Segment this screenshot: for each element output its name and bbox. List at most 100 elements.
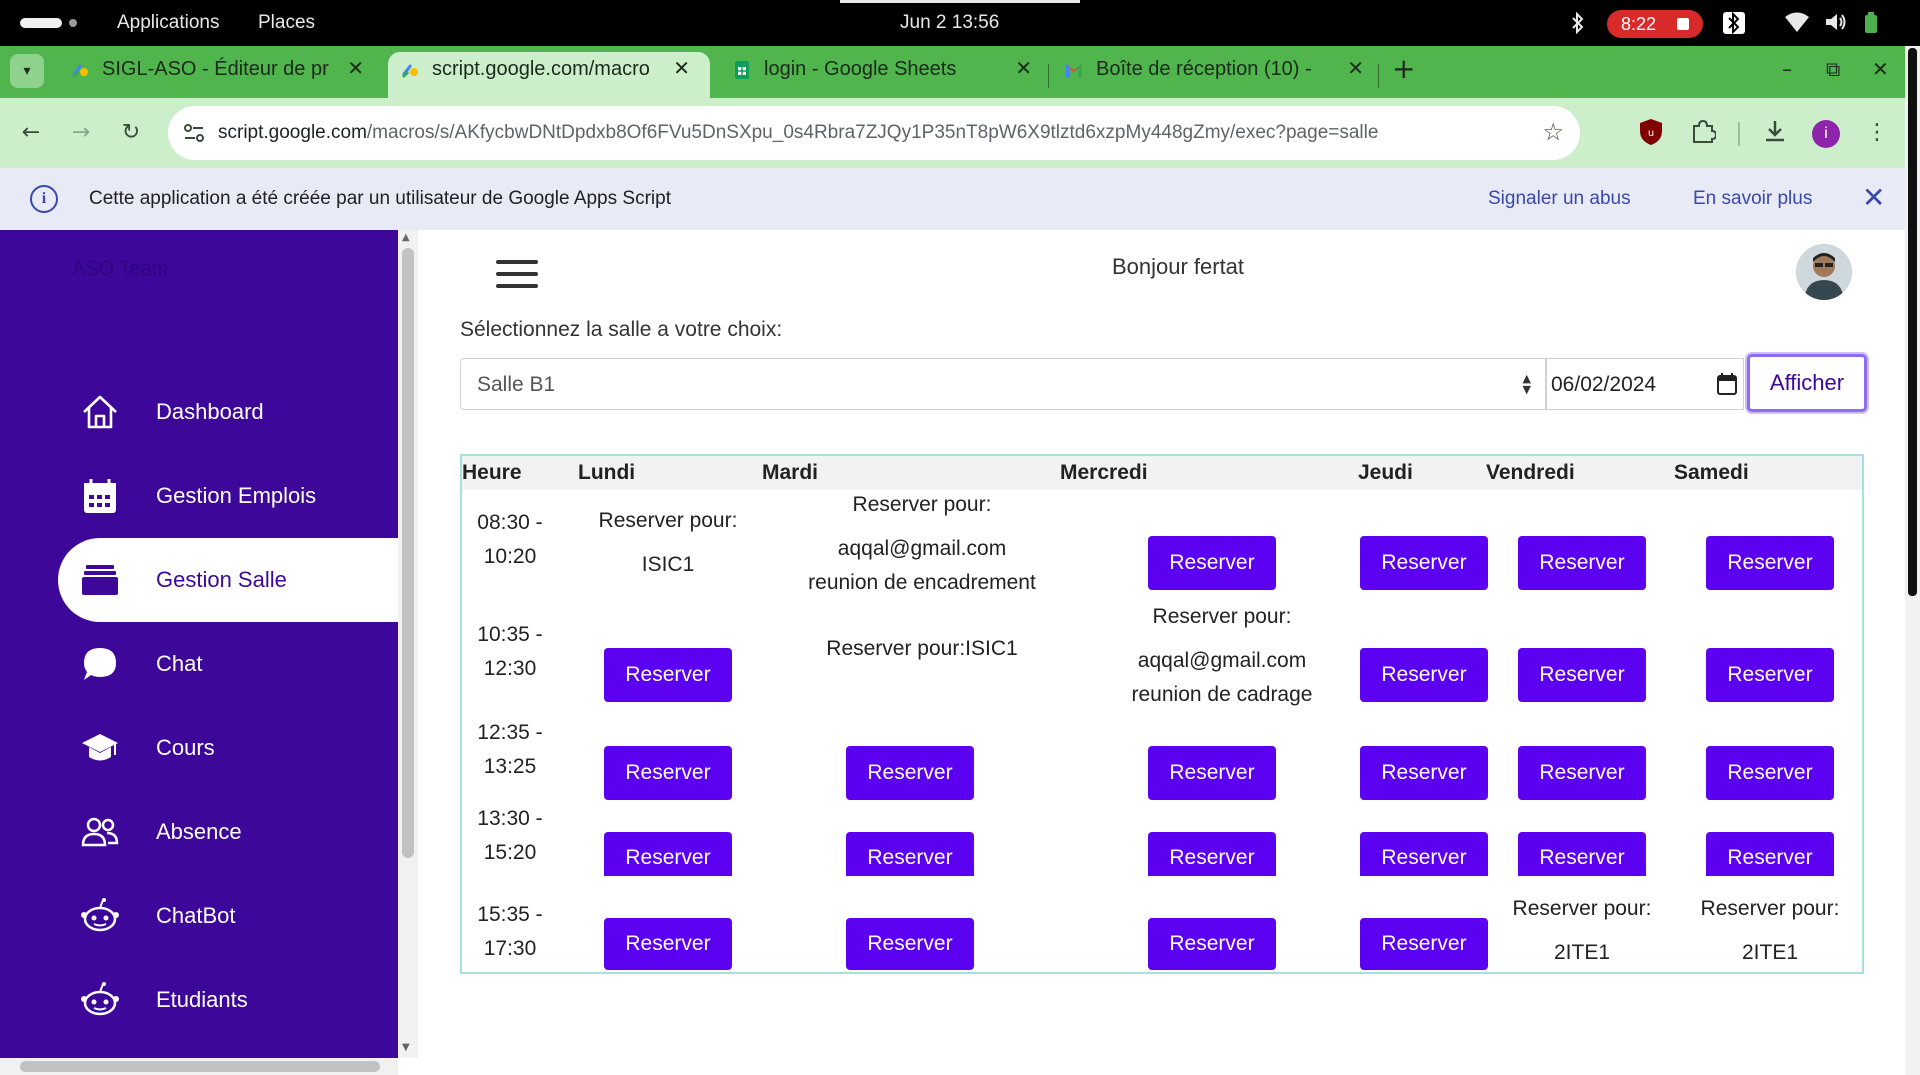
reserve-button[interactable]: Reserver [846,746,974,800]
reserve-button[interactable]: Reserver [604,746,732,800]
report-abuse-link[interactable]: Signaler un abus [1488,168,1631,230]
sidebar-item-gestion-emplois[interactable]: Gestion Emplois [58,454,398,538]
reserve-button[interactable]: Reserver [1518,648,1646,702]
sidebar-item-label: ChatBot [156,903,236,928]
address-bar[interactable]: script.google.com/macros/s/AKfycbwDNtDpd… [168,106,1580,160]
reserve-button[interactable]: Reserver [1148,536,1276,590]
places-menu[interactable]: Places [258,0,315,46]
sidebar-item-etudiants[interactable]: Etudiants [58,958,398,1042]
close-tab-icon[interactable]: ✕ [1015,52,1032,86]
wifi-icon[interactable] [1785,12,1809,34]
close-tab-icon[interactable]: ✕ [1347,52,1364,86]
close-tab-icon[interactable]: ✕ [347,52,364,86]
booked-email: aqqal@gmail.com [837,537,1007,560]
minimize-window-icon[interactable]: – [1782,54,1792,84]
booked-label: Reserver pour: [1152,605,1292,628]
tab-sigl-aso-editor[interactable]: SIGL-ASO - Éditeur de pr ✕ [58,52,370,98]
booked-label: Reserver pour: [852,493,992,516]
sidebar-item-chat[interactable]: Chat [58,622,398,706]
sidebar-vertical-scrollbar[interactable]: ▲ ▼ [398,230,418,1058]
reserve-button[interactable]: Reserver [1148,918,1276,970]
sidebar-item-chatbot[interactable]: ChatBot [58,874,398,958]
reserve-button[interactable]: Reserver [604,648,732,702]
reserve-button[interactable]: Reserver [1148,746,1276,800]
reserve-button[interactable]: Reserver [1518,536,1646,590]
scrollbar-thumb[interactable] [20,1061,380,1072]
forward-arrow-icon[interactable]: → [66,118,96,148]
reserve-button[interactable]: Reserver [1360,918,1488,970]
bluetooth-tray-icon[interactable] [1723,11,1745,35]
calendar-picker-icon[interactable] [1717,373,1737,395]
afficher-button[interactable]: Afficher [1747,354,1867,412]
close-icon[interactable]: ✕ [1862,183,1885,213]
reserve-button[interactable]: Reserver [1518,746,1646,800]
sidebar-item-label: Cours [156,735,215,760]
page-vertical-scrollbar[interactable] [1905,46,1920,1075]
header-mercredi: Mercredi [1060,461,1148,484]
workspace-dot[interactable] [69,19,77,27]
reserve-button[interactable]: Reserver [604,918,732,970]
clock[interactable]: Jun 2 13:56 [900,0,999,46]
room-select[interactable]: Salle B1 ▲ ▼ [460,358,1546,410]
booked-class: 2ITE1 [1553,941,1611,964]
battery-icon[interactable] [1864,12,1878,34]
apps-script-icon [71,64,88,79]
download-icon[interactable] [1760,118,1790,148]
site-settings-icon[interactable] [182,121,206,145]
reserve-button[interactable]: Reserver [846,918,974,970]
workspace-indicator[interactable] [20,18,62,28]
tab-gmail-inbox[interactable]: Boîte de réception (10) - ✕ [1052,52,1370,98]
learn-more-link[interactable]: En savoir plus [1693,168,1812,230]
sidebar-item-dashboard[interactable]: Dashboard [58,370,398,454]
robot-icon [81,898,119,932]
reserve-button[interactable]: Reserver [1360,648,1488,702]
kebab-menu-icon[interactable]: ⋮ [1862,118,1892,148]
tab-search-chevron-icon[interactable]: ▾ [10,54,44,88]
time-start: 15:35 - [477,903,543,926]
sidebar-item-absence[interactable]: Absence [58,790,398,874]
sidebar-item-label: Absence [156,819,242,844]
bookmark-star-icon[interactable]: ☆ [1542,118,1564,146]
volume-icon[interactable] [1824,12,1848,34]
avatar[interactable] [1796,244,1852,300]
tab-login-google-sheets[interactable]: login - Google Sheets ✕ [720,52,1038,98]
back-arrow-icon[interactable]: ← [16,118,46,148]
restore-window-icon[interactable]: ⧉ [1826,54,1840,84]
applications-menu[interactable]: Applications [117,0,219,46]
calendar-icon [84,479,116,513]
reserve-button[interactable]: Reserver [1706,746,1834,800]
reserve-button[interactable]: Reserver [1360,746,1488,800]
reserve-button[interactable]: Reserver [1706,648,1834,702]
close-window-icon[interactable]: ✕ [1872,54,1889,84]
new-tab-plus-icon[interactable]: + [1392,52,1415,86]
sidebar-horizontal-scrollbar[interactable] [0,1058,398,1075]
time-end: 15:20 [483,841,537,864]
room-select-value: Salle B1 [477,373,556,396]
booked-slot: Reserver pour:ISIC1 [772,632,1072,666]
screen-recording-indicator[interactable]: 8:22 [1607,10,1703,38]
extensions-puzzle-icon[interactable] [1688,118,1718,148]
reload-icon[interactable]: ↻ [116,118,146,148]
toolbar-divider [1738,122,1740,146]
scroll-down-arrow-icon[interactable]: ▼ [402,1042,410,1053]
apps-script-warning-bar: i Cette application a été créée par un u… [0,168,1905,230]
time-end: 13:25 [483,755,537,778]
greeting: Bonjour fertat [1111,254,1245,279]
sidebar-item-cours[interactable]: Cours [58,706,398,790]
scrollbar-thumb[interactable] [402,248,414,858]
booked-slot: Reserver pour: 2ITE1 [1502,892,1662,970]
booked-slot: Reserver pour: aqqal@gmail.com reunion d… [1072,600,1372,712]
bluetooth-icon[interactable] [1568,11,1588,35]
reserve-button[interactable]: Reserver [1360,536,1488,590]
scrollbar-thumb[interactable] [1908,48,1917,596]
profile-avatar[interactable]: i [1812,120,1840,148]
scroll-up-arrow-icon[interactable]: ▲ [402,232,410,243]
tab-script-google-com[interactable]: script.google.com/macro ✕ [388,52,710,98]
tab-title: script.google.com/macro [432,58,650,80]
date-input[interactable]: 06/02/2024 [1546,358,1744,410]
sidebar-item-gestion-salle[interactable]: Gestion Salle [58,538,398,622]
reserve-button[interactable]: Reserver [1706,536,1834,590]
ublock-shield-icon[interactable]: u [1636,118,1666,148]
url-text[interactable]: script.google.com/macros/s/AKfycbwDNtDpd… [218,106,1378,160]
close-tab-icon[interactable]: ✕ [673,52,690,86]
